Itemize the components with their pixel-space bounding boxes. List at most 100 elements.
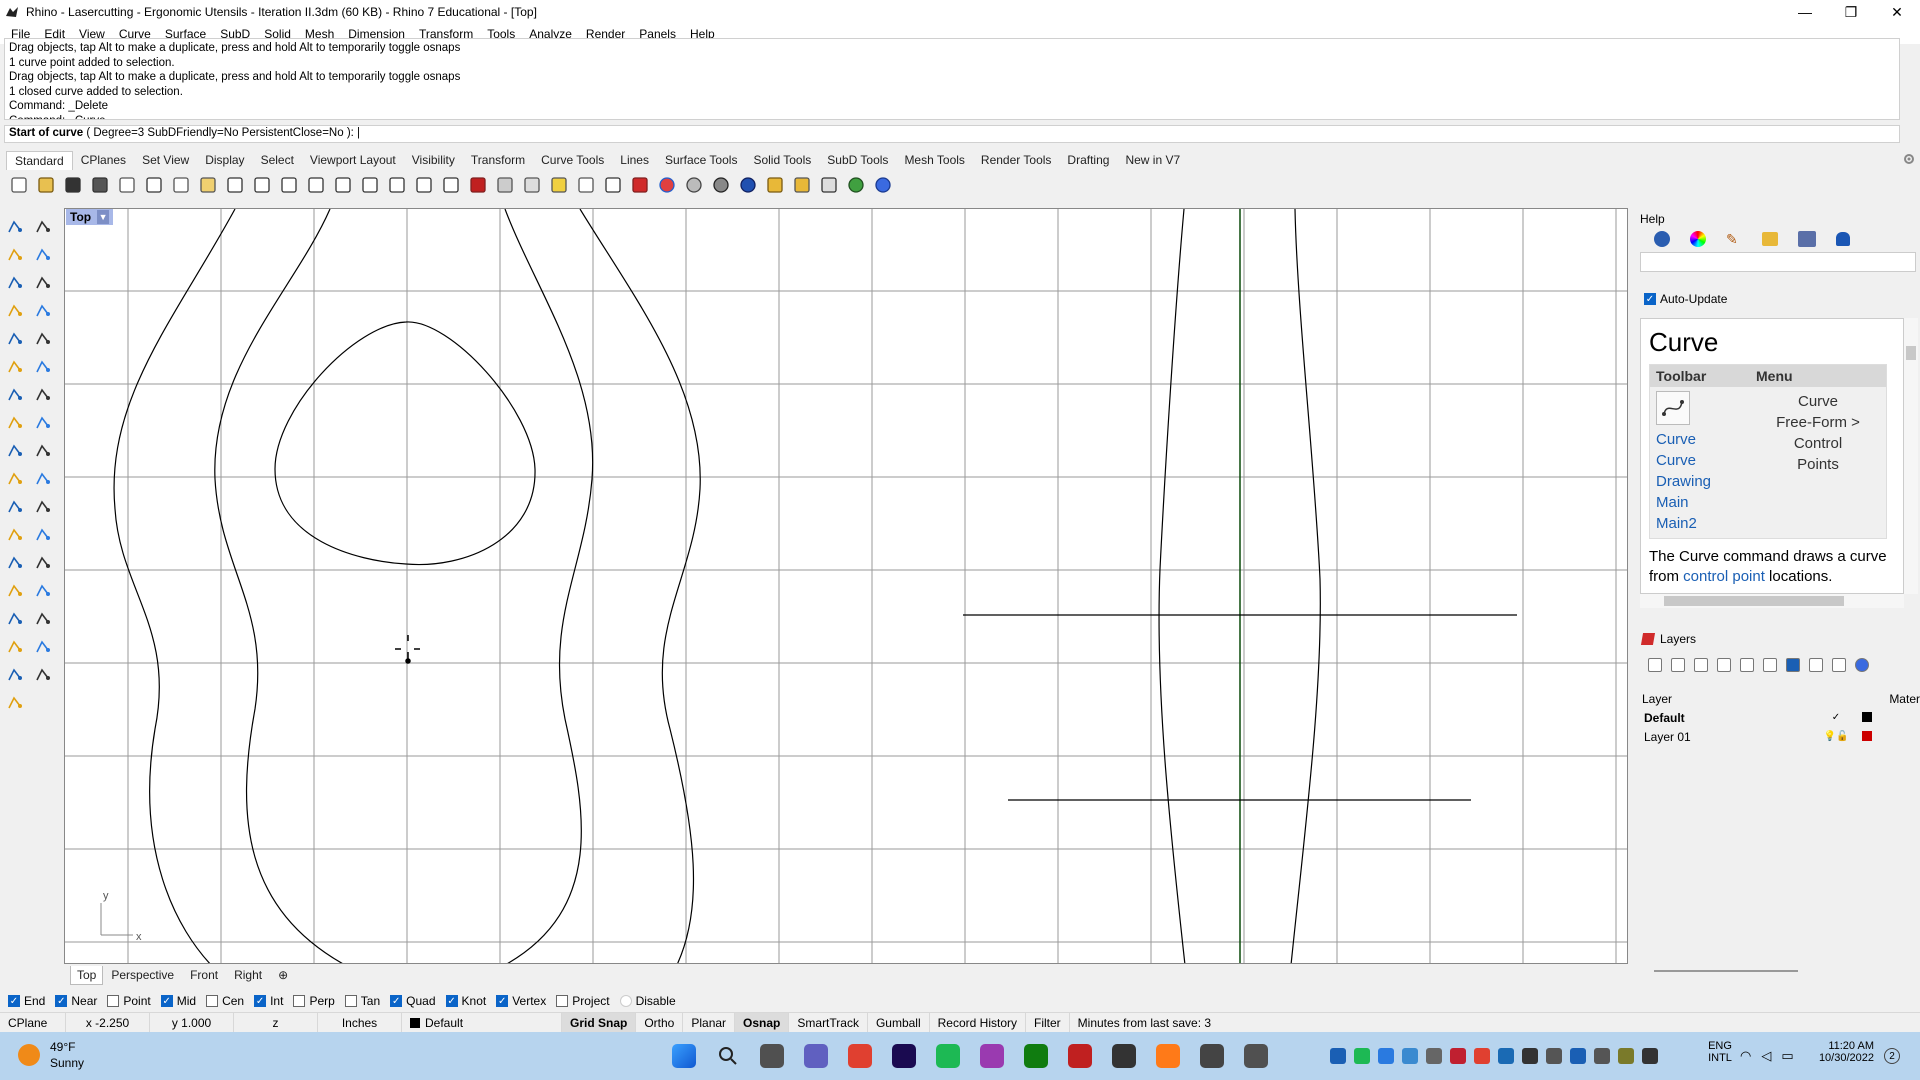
- arc-icon[interactable]: [2, 326, 28, 352]
- zoom-icon[interactable]: [305, 174, 327, 196]
- tray-app-icon[interactable]: [1474, 1048, 1490, 1064]
- battery-icon[interactable]: ▭: [1781, 1048, 1793, 1064]
- tray-app-icon[interactable]: [1330, 1048, 1346, 1064]
- ellipse-icon[interactable]: [30, 270, 56, 296]
- status-cplane[interactable]: CPlane: [0, 1012, 66, 1033]
- split-icon[interactable]: [30, 466, 56, 492]
- osnap-checkbox[interactable]: ✓: [496, 995, 509, 1007]
- tray-app-icon[interactable]: [1594, 1048, 1610, 1064]
- toolbar-tab-cplanes[interactable]: CPlanes: [73, 153, 134, 167]
- filter-toggle[interactable]: Filter: [1026, 1012, 1070, 1033]
- osnap-disable[interactable]: Disable: [619, 994, 676, 1008]
- volume-icon[interactable]: ◁: [1761, 1048, 1771, 1064]
- wifi-icon[interactable]: ◠: [1740, 1048, 1751, 1064]
- osnap-checkbox[interactable]: ✓: [55, 995, 68, 1007]
- undo-icon[interactable]: [224, 174, 246, 196]
- move-down-icon[interactable]: [1740, 658, 1754, 672]
- osnap-int[interactable]: ✓ Int: [254, 994, 283, 1008]
- array-icon[interactable]: [30, 606, 56, 632]
- osnap-cen[interactable]: Cen: [206, 994, 244, 1008]
- help-search-input[interactable]: [1640, 252, 1916, 272]
- copy-layer-icon[interactable]: [1809, 658, 1823, 672]
- zoom-extents-icon[interactable]: [359, 174, 381, 196]
- move-icon[interactable]: [2, 466, 28, 492]
- osnap-mid[interactable]: ✓ Mid: [160, 994, 196, 1008]
- status-layer[interactable]: Default: [402, 1012, 562, 1033]
- osnap-checkbox[interactable]: ✓: [390, 995, 403, 1007]
- dimension-icon[interactable]: [2, 578, 28, 604]
- toolbar-tab-set-view[interactable]: Set View: [134, 153, 197, 167]
- help-toolbar-link[interactable]: Main2: [1656, 513, 1744, 534]
- tray-app-icon[interactable]: [1354, 1048, 1370, 1064]
- osnap-checkbox[interactable]: [293, 995, 306, 1007]
- check-icon[interactable]: [2, 662, 28, 688]
- scale-icon[interactable]: [30, 522, 56, 548]
- osnap-checkbox[interactable]: ✓: [254, 995, 267, 1007]
- help-icon[interactable]: [1855, 658, 1869, 672]
- osnap-project[interactable]: Project: [556, 994, 610, 1008]
- after-effects-icon[interactable]: [892, 1044, 916, 1068]
- toolbar-tab-subd-tools[interactable]: SubD Tools: [819, 153, 896, 167]
- task-view-icon[interactable]: [760, 1044, 784, 1068]
- polygon-icon[interactable]: [2, 298, 28, 324]
- gumball-toggle[interactable]: Gumball: [868, 1012, 930, 1033]
- import-icon[interactable]: [116, 174, 138, 196]
- undo-view-icon[interactable]: [413, 174, 435, 196]
- help-toolbar-link[interactable]: Main: [1656, 492, 1744, 513]
- weather-desc[interactable]: Sunny: [50, 1056, 84, 1070]
- loft-icon[interactable]: [30, 354, 56, 380]
- opera-icon[interactable]: [980, 1044, 1004, 1068]
- zoom-window-icon[interactable]: [332, 174, 354, 196]
- help-vertical-scrollbar[interactable]: [1904, 318, 1918, 594]
- tray-app-icon[interactable]: [1618, 1048, 1634, 1064]
- snap-icon[interactable]: [494, 174, 516, 196]
- transform-icon[interactable]: [2, 634, 28, 660]
- tools-icon[interactable]: [1832, 658, 1846, 672]
- cylinder-icon[interactable]: [2, 410, 28, 436]
- tray-app-icon[interactable]: [1402, 1048, 1418, 1064]
- toolbar-tab-select[interactable]: Select: [253, 153, 302, 167]
- osnap-checkbox[interactable]: [619, 995, 632, 1007]
- boolean-icon[interactable]: [30, 382, 56, 408]
- add-viewport-icon[interactable]: ⊕: [270, 968, 296, 982]
- cut-icon[interactable]: [143, 174, 165, 196]
- chrome-icon[interactable]: [848, 1044, 872, 1068]
- toolbar-tab-lines[interactable]: Lines: [612, 153, 657, 167]
- osnap-checkbox[interactable]: ✓: [8, 995, 20, 1007]
- toolbar-tab-mesh-tools[interactable]: Mesh Tools: [896, 153, 972, 167]
- tray-app-icon[interactable]: [1546, 1048, 1562, 1064]
- help-toolbar-link[interactable]: Curve: [1656, 429, 1744, 450]
- save-icon[interactable]: [62, 174, 84, 196]
- viewport-name[interactable]: Top: [70, 210, 91, 224]
- viewport-tab-right[interactable]: Right: [226, 968, 270, 982]
- notification-bell-icon[interactable]: [1836, 232, 1850, 246]
- layer-visibility-lock-icons[interactable]: 💡🔓: [1816, 731, 1856, 742]
- point-tool-icon[interactable]: [30, 214, 56, 240]
- layers-scrollbar[interactable]: [1654, 970, 1798, 972]
- properties-icon[interactable]: [1654, 231, 1670, 247]
- move-up-icon[interactable]: [1717, 658, 1731, 672]
- toolbar-tab-viewport-layout[interactable]: Viewport Layout: [302, 153, 404, 167]
- toolbar-tab-new-in-v7[interactable]: New in V7: [1117, 153, 1188, 167]
- tray-app-icon[interactable]: [1378, 1048, 1394, 1064]
- osnap-perp[interactable]: Perp: [293, 994, 335, 1008]
- notification-count[interactable]: 2: [1884, 1048, 1900, 1064]
- osnap-point[interactable]: Point: [107, 994, 151, 1008]
- start-icon[interactable]: [672, 1044, 696, 1068]
- explode-icon[interactable]: [2, 438, 28, 464]
- text-icon[interactable]: [2, 550, 28, 576]
- cluster-icon[interactable]: [30, 494, 56, 520]
- viewport-tab-front[interactable]: Front: [182, 968, 226, 982]
- search-icon[interactable]: [716, 1044, 740, 1068]
- new-sublayer-icon[interactable]: [1671, 658, 1685, 672]
- paste-icon[interactable]: [197, 174, 219, 196]
- control-point-link[interactable]: control point: [1683, 568, 1765, 585]
- input-language[interactable]: ENG INTL: [1700, 1040, 1740, 1064]
- car-icon[interactable]: [467, 174, 489, 196]
- layer-color-swatch[interactable]: [1862, 712, 1872, 722]
- paint-icon[interactable]: ✎: [1726, 231, 1742, 247]
- osnap-end[interactable]: ✓ End: [8, 994, 45, 1008]
- polyline-icon[interactable]: [2, 242, 28, 268]
- tray-app-icon[interactable]: [1450, 1048, 1466, 1064]
- viewport-tab-top[interactable]: Top: [70, 965, 104, 985]
